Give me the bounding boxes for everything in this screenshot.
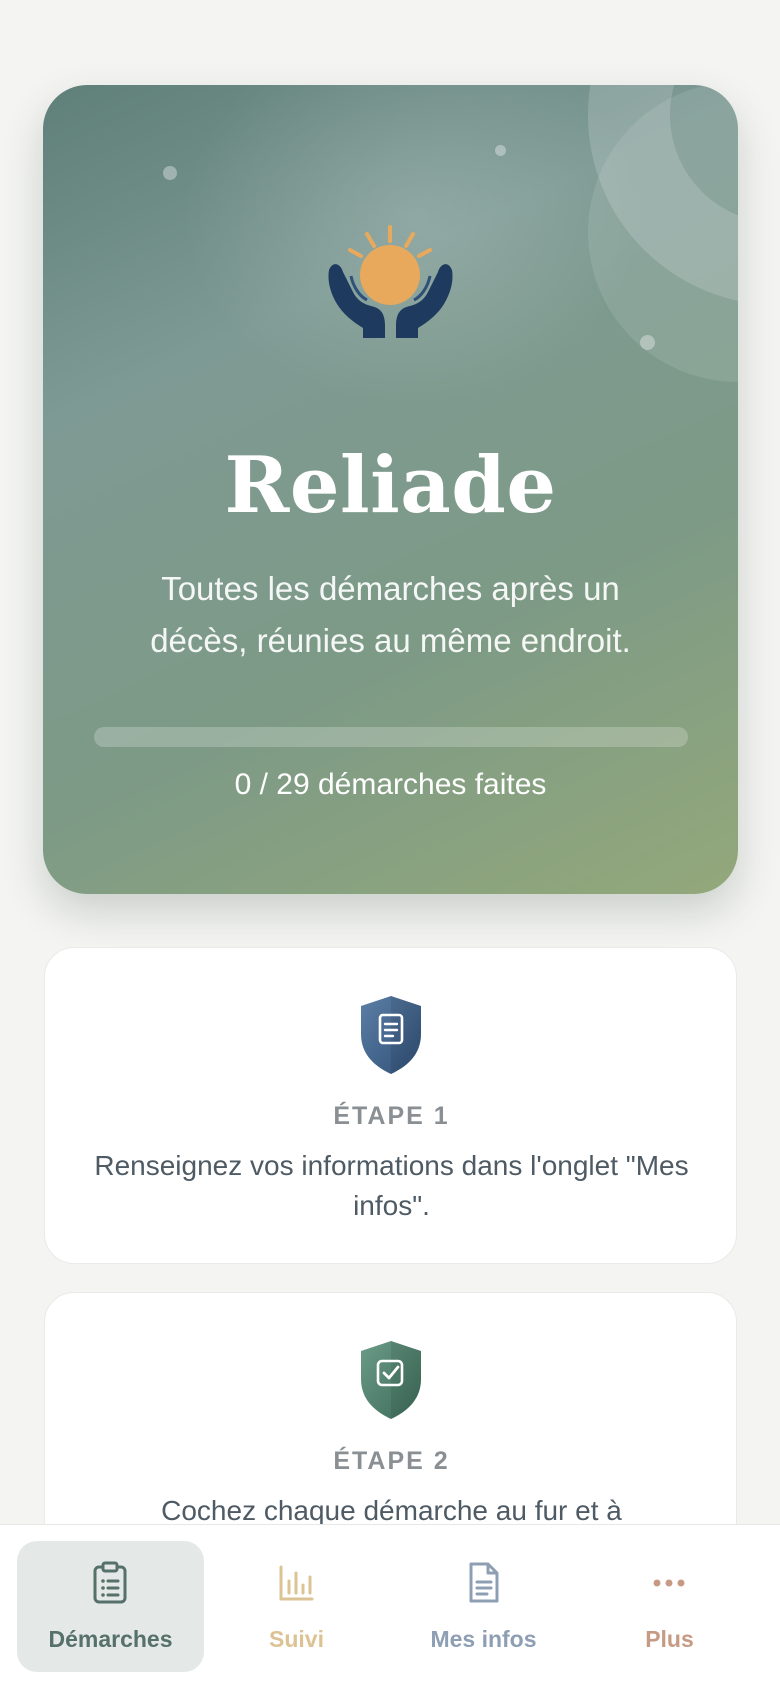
step-label: ÉTAPE 2	[333, 1447, 450, 1475]
step-card-2: ÉTAPE 2 Cochez chaque démarche au fur et…	[44, 1292, 737, 1524]
hero-decor-dot	[640, 335, 655, 350]
clipboard-list-icon	[93, 1561, 127, 1604]
bar-chart-icon	[279, 1565, 314, 1601]
step-card-1: ÉTAPE 1 Renseignez vos informations dans…	[44, 947, 737, 1264]
progress-text: 0 / 29 démarches faites	[234, 768, 547, 801]
step-label: ÉTAPE 1	[333, 1102, 450, 1130]
app-tagline: Toutes les démarches après un décès, réu…	[150, 570, 631, 659]
step-description: Renseignez vos informations dans l'ongle…	[94, 1150, 689, 1221]
tab-label: Mes infos	[430, 1626, 537, 1652]
hero-decor-dot	[495, 145, 506, 156]
step-description: Cochez chaque démarche au fur et à	[161, 1495, 622, 1524]
tab-label: Plus	[645, 1626, 694, 1652]
hero-decor-dot	[163, 166, 177, 180]
document-icon	[469, 1562, 499, 1603]
hero-card: Reliade Toutes les démarches après un dé…	[43, 85, 738, 894]
check-shield-icon	[361, 1341, 421, 1419]
document-shield-icon	[361, 996, 421, 1074]
tab-demarches[interactable]: Démarches	[17, 1541, 204, 1672]
bottom-tab-bar: Démarches Suivi Mes infos Plus	[0, 1524, 780, 1688]
home-scroll-view[interactable]: Reliade Toutes les démarches après un dé…	[0, 0, 780, 1524]
progress-bar	[94, 727, 688, 747]
hands-sun-icon	[328, 225, 453, 338]
app-title: Reliade	[224, 440, 557, 531]
tab-label: Démarches	[48, 1626, 173, 1652]
more-dots-icon	[653, 1579, 685, 1587]
tab-mes-infos[interactable]: Mes infos	[390, 1541, 577, 1672]
tab-label: Suivi	[269, 1626, 324, 1652]
tab-suivi[interactable]: Suivi	[203, 1541, 390, 1672]
tab-plus[interactable]: Plus	[576, 1541, 763, 1672]
